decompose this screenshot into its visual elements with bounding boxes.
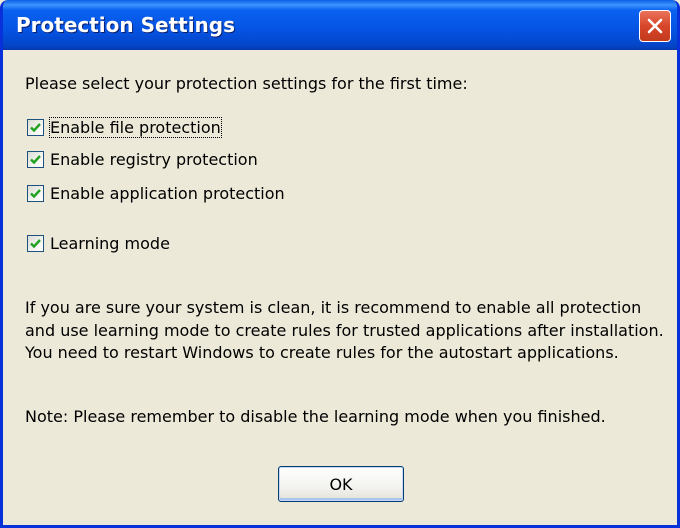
title-bar[interactable]: Protection Settings <box>3 0 677 50</box>
checkbox-label: Enable application protection <box>50 183 285 203</box>
close-button[interactable] <box>639 10 671 42</box>
checkbox-label: Enable file protection <box>49 116 222 138</box>
checkbox-box[interactable] <box>27 234 44 252</box>
dialog-window: Protection Settings Please select your p… <box>0 0 680 528</box>
checkbox-file-protection[interactable]: Enable file protection <box>27 116 222 138</box>
dialog-content: Please select your protection settings f… <box>3 50 677 525</box>
check-mark-icon <box>30 154 41 164</box>
description-text: If you are sure your system is clean, it… <box>25 298 664 362</box>
check-mark-icon <box>30 238 41 248</box>
checkbox-box[interactable] <box>27 184 44 202</box>
checkbox-registry-protection[interactable]: Enable registry protection <box>27 148 258 170</box>
checkbox-box[interactable] <box>27 118 44 136</box>
check-mark-icon <box>30 122 41 132</box>
checkbox-label: Learning mode <box>50 233 170 253</box>
checkbox-application-protection[interactable]: Enable application protection <box>27 182 285 204</box>
prompt-text: Please select your protection settings f… <box>25 74 468 93</box>
close-icon <box>647 18 663 34</box>
checkbox-box[interactable] <box>27 150 44 168</box>
checkbox-label: Enable registry protection <box>50 149 258 169</box>
note-text: Note: Please remember to disable the lea… <box>25 407 606 426</box>
ok-button[interactable]: OK <box>278 466 404 502</box>
check-mark-icon <box>30 188 41 198</box>
checkbox-learning-mode[interactable]: Learning mode <box>27 232 170 254</box>
window-title: Protection Settings <box>16 13 236 37</box>
